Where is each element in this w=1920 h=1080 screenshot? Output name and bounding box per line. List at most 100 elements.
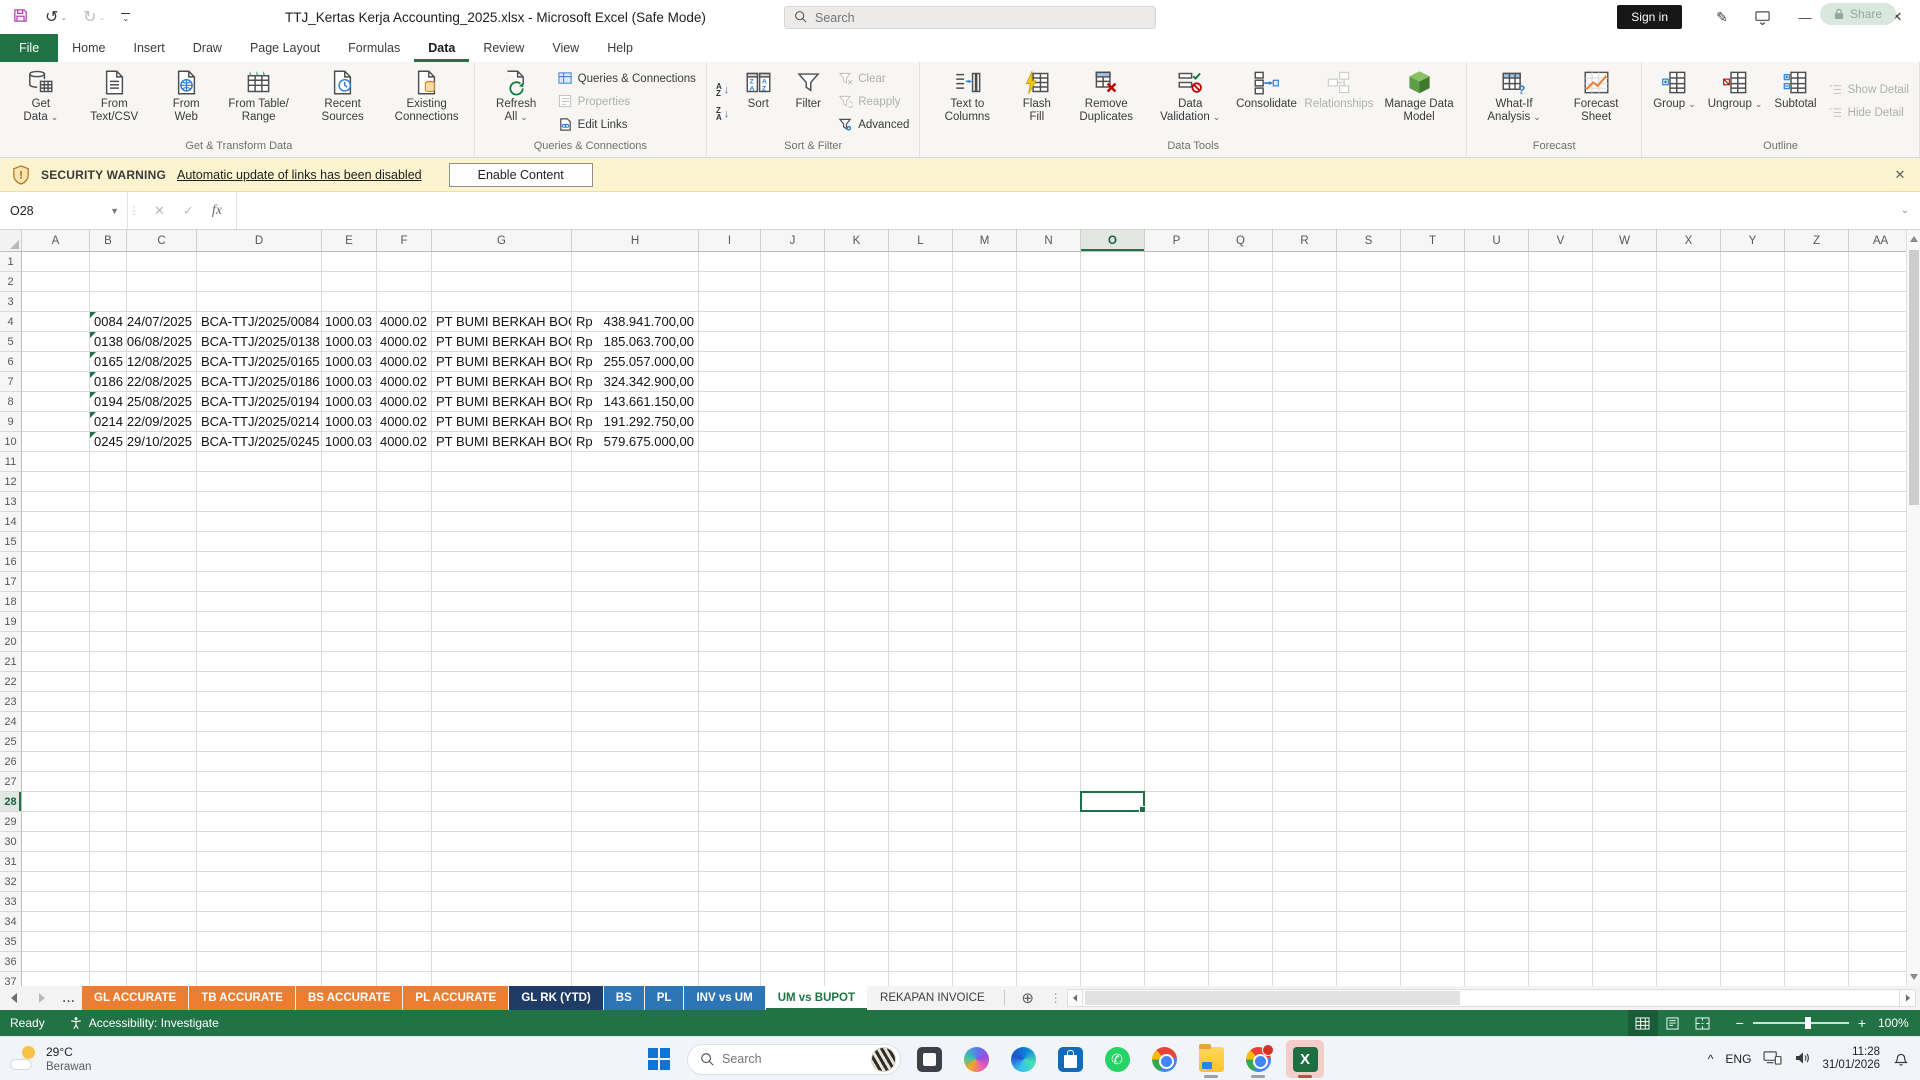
cell-E3[interactable] <box>322 292 377 312</box>
cell-F7[interactable]: 4000.02 <box>377 372 432 392</box>
column-header-U[interactable]: U <box>1465 230 1529 251</box>
expand-formula-bar-icon[interactable]: ⌄ <box>1890 192 1920 229</box>
cell-P27[interactable] <box>1145 772 1209 792</box>
row-header-17[interactable]: 17 <box>0 572 22 592</box>
cell-N9[interactable] <box>1017 412 1081 432</box>
cell-K13[interactable] <box>825 492 889 512</box>
sort-za-button[interactable]: ZA↓ <box>716 104 729 124</box>
cell-G27[interactable] <box>432 772 572 792</box>
cell-B37[interactable] <box>90 972 127 986</box>
name-box-dropdown-icon[interactable]: ▼ <box>110 206 119 216</box>
cell-L11[interactable] <box>889 452 953 472</box>
cell-U8[interactable] <box>1465 392 1529 412</box>
cell-Y28[interactable] <box>1721 792 1785 812</box>
cell-D16[interactable] <box>197 552 322 572</box>
cell-O26[interactable] <box>1081 752 1145 772</box>
cell-W34[interactable] <box>1593 912 1657 932</box>
cell-B9[interactable]: 0214 <box>90 412 127 432</box>
cell-H19[interactable] <box>572 612 699 632</box>
cell-U23[interactable] <box>1465 692 1529 712</box>
cell-R6[interactable] <box>1273 352 1337 372</box>
cell-Q28[interactable] <box>1209 792 1273 812</box>
cell-L29[interactable] <box>889 812 953 832</box>
sheet-nav-left-icon[interactable] <box>0 986 28 1010</box>
cell-N27[interactable] <box>1017 772 1081 792</box>
column-header-X[interactable]: X <box>1657 230 1721 251</box>
cell-W28[interactable] <box>1593 792 1657 812</box>
cell-AA16[interactable] <box>1849 552 1906 572</box>
cell-H6[interactable]: Rp255.057.000,00 <box>572 352 699 372</box>
column-header-N[interactable]: N <box>1017 230 1081 251</box>
cell-S17[interactable] <box>1337 572 1401 592</box>
cell-Y23[interactable] <box>1721 692 1785 712</box>
cell-Z34[interactable] <box>1785 912 1849 932</box>
cell-B34[interactable] <box>90 912 127 932</box>
cell-I15[interactable] <box>699 532 761 552</box>
cell-T37[interactable] <box>1401 972 1465 986</box>
cell-D10[interactable]: BCA-TTJ/2025/0245 <box>197 432 322 452</box>
cell-E23[interactable] <box>322 692 377 712</box>
cell-X16[interactable] <box>1657 552 1721 572</box>
cell-G5[interactable]: PT BUMI BERKAH BOG <box>432 332 572 352</box>
cell-L14[interactable] <box>889 512 953 532</box>
cell-N4[interactable] <box>1017 312 1081 332</box>
cell-O3[interactable] <box>1081 292 1145 312</box>
cell-M32[interactable] <box>953 872 1017 892</box>
cell-F16[interactable] <box>377 552 432 572</box>
cell-G26[interactable] <box>432 752 572 772</box>
cell-P19[interactable] <box>1145 612 1209 632</box>
cell-J13[interactable] <box>761 492 825 512</box>
cell-N24[interactable] <box>1017 712 1081 732</box>
row-header-18[interactable]: 18 <box>0 592 22 612</box>
cell-Q17[interactable] <box>1209 572 1273 592</box>
cell-S11[interactable] <box>1337 452 1401 472</box>
cell-Q3[interactable] <box>1209 292 1273 312</box>
cell-H9[interactable]: Rp191.292.750,00 <box>572 412 699 432</box>
cell-W35[interactable] <box>1593 932 1657 952</box>
cell-S4[interactable] <box>1337 312 1401 332</box>
cell-V10[interactable] <box>1529 432 1593 452</box>
cell-Y31[interactable] <box>1721 852 1785 872</box>
cell-P14[interactable] <box>1145 512 1209 532</box>
cell-K31[interactable] <box>825 852 889 872</box>
sheet-tab-pl-accurate[interactable]: PL ACCURATE <box>403 986 508 1010</box>
cell-W19[interactable] <box>1593 612 1657 632</box>
cell-F12[interactable] <box>377 472 432 492</box>
cell-R29[interactable] <box>1273 812 1337 832</box>
cell-U16[interactable] <box>1465 552 1529 572</box>
cell-I8[interactable] <box>699 392 761 412</box>
cell-U15[interactable] <box>1465 532 1529 552</box>
cell-Y8[interactable] <box>1721 392 1785 412</box>
cell-F24[interactable] <box>377 712 432 732</box>
cell-C16[interactable] <box>127 552 197 572</box>
cell-A11[interactable] <box>22 452 90 472</box>
cell-T21[interactable] <box>1401 652 1465 672</box>
cell-R32[interactable] <box>1273 872 1337 892</box>
cell-H31[interactable] <box>572 852 699 872</box>
cell-H12[interactable] <box>572 472 699 492</box>
cell-Q33[interactable] <box>1209 892 1273 912</box>
column-header-B[interactable]: B <box>90 230 127 251</box>
cell-O24[interactable] <box>1081 712 1145 732</box>
cell-Q21[interactable] <box>1209 652 1273 672</box>
cell-M26[interactable] <box>953 752 1017 772</box>
redo-button[interactable]: ↻⌄ <box>83 7 105 27</box>
cell-U12[interactable] <box>1465 472 1529 492</box>
cell-R15[interactable] <box>1273 532 1337 552</box>
cell-AA19[interactable] <box>1849 612 1906 632</box>
cell-A31[interactable] <box>22 852 90 872</box>
cell-X8[interactable] <box>1657 392 1721 412</box>
cell-Z33[interactable] <box>1785 892 1849 912</box>
cell-I30[interactable] <box>699 832 761 852</box>
what-if-analysis-button[interactable]: ? What-If Analysis <box>1473 65 1555 138</box>
cell-L10[interactable] <box>889 432 953 452</box>
cell-Z1[interactable] <box>1785 252 1849 272</box>
cell-G29[interactable] <box>432 812 572 832</box>
cell-Q4[interactable] <box>1209 312 1273 332</box>
view-normal-button[interactable] <box>1628 1010 1658 1036</box>
cell-O4[interactable] <box>1081 312 1145 332</box>
cell-B29[interactable] <box>90 812 127 832</box>
cell-E33[interactable] <box>322 892 377 912</box>
cell-Y7[interactable] <box>1721 372 1785 392</box>
cell-J35[interactable] <box>761 932 825 952</box>
